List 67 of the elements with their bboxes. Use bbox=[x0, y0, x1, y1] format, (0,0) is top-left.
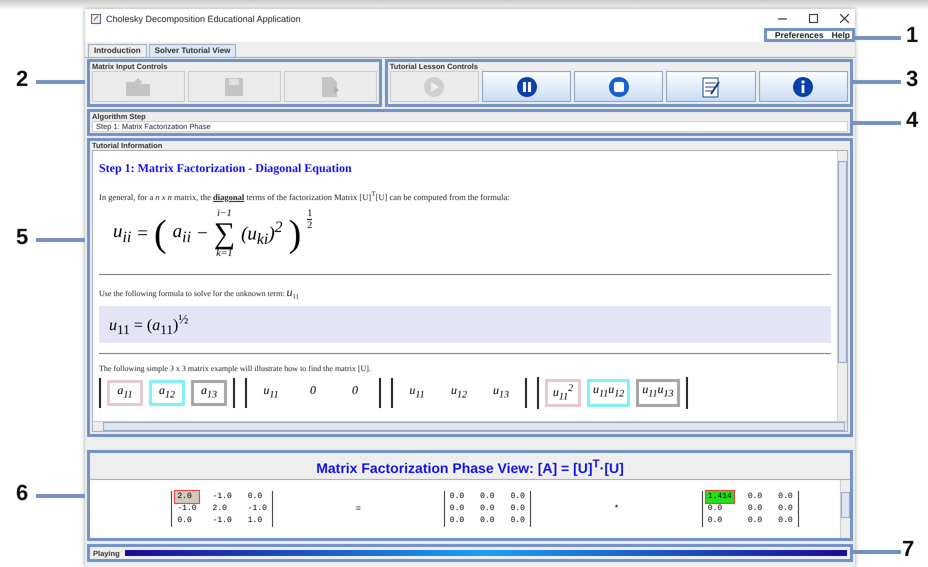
operator: = bbox=[356, 504, 362, 514]
stop-button[interactable] bbox=[574, 71, 664, 102]
tab[interactable]: Introduction bbox=[88, 44, 147, 57]
tutorial-heading: Step 1: Matrix Factorization - Diagonal Equation bbox=[99, 161, 353, 176]
callout-number: 6 bbox=[16, 480, 28, 506]
maximize-icon[interactable] bbox=[809, 14, 818, 23]
matrix-cell-text: 0.0 bbox=[479, 514, 496, 527]
notes-button[interactable] bbox=[666, 71, 756, 102]
paragraph: In general, for an x n matrix, the diagonal terms of the factorization Matrix [U]$^{T}$[U] can be computed from the formula: bbox=[99, 192, 510, 202]
matrix-cell-text: 0.0 bbox=[706, 514, 724, 527]
matrix-cell-text: 2.0 bbox=[212, 502, 228, 515]
matrix-cell-text: -1.0 bbox=[212, 514, 233, 527]
matrix-cell-text: 0.0 bbox=[479, 490, 496, 503]
callout-number: 5 bbox=[16, 224, 28, 250]
paragraph: Use the following formula to solve for the unknown term: u$_{11}$ bbox=[99, 288, 299, 298]
matrix-cell-text: 0.0 bbox=[746, 490, 764, 503]
matrix-cell-text: -1.0 bbox=[212, 490, 233, 503]
stop-icon bbox=[608, 76, 630, 98]
matrix-cell-text: 0.0 bbox=[510, 502, 526, 515]
matrix-cell-text: 0.0 bbox=[777, 490, 794, 503]
matrix-cell-text: 0.0 bbox=[746, 502, 764, 515]
folder-icon bbox=[125, 76, 152, 96]
matrix-cell-text: 0.0 bbox=[448, 514, 466, 527]
matrix: u$_{11}$ u$_{12}$ u$_{13}$ bbox=[391, 378, 527, 408]
paragraph: The following simple 3 x 3 matrix example will illustrate how to find the matrix [U]. bbox=[99, 364, 371, 373]
matrix-cell-text: -1.0 bbox=[176, 502, 198, 515]
matrix-cell-text: 0.0 bbox=[176, 514, 193, 527]
menu-item[interactable]: Help bbox=[832, 30, 850, 40]
phase-view-title: Matrix Factorization Phase View: [A] = [U]$^{T}$·[U] bbox=[316, 460, 624, 476]
matrix-cell-text: 0.0 bbox=[246, 490, 264, 503]
matrix: u$_{11}$ 0 0 bbox=[245, 378, 381, 408]
formula-box: u$_{11}$ = (a$_{11}$)$^{½}$ bbox=[99, 306, 831, 343]
operator: * bbox=[614, 504, 620, 514]
callout-number: 4 bbox=[906, 107, 918, 133]
horizontal-scrollbar[interactable] bbox=[93, 421, 847, 431]
matrix-cell-text: 0.0 bbox=[510, 490, 526, 503]
play-icon bbox=[423, 76, 446, 98]
matrix-cell: 1.414 bbox=[706, 490, 734, 503]
matrix-cell-text: 0.0 bbox=[777, 502, 794, 515]
matrix-cell-text: 0.0 bbox=[479, 502, 496, 515]
matrix-cell: 2.0 bbox=[175, 490, 199, 503]
callout-number: 2 bbox=[16, 66, 28, 92]
matrix-cell-text: 0.0 bbox=[777, 514, 794, 527]
matrix-cell-text: 0.0 bbox=[448, 502, 466, 515]
matrix-cell-text: 0.0 bbox=[706, 502, 724, 515]
vertical-scrollbar[interactable] bbox=[837, 151, 847, 421]
matrix-cell-text: -1.0 bbox=[246, 502, 268, 515]
menu-item[interactable]: Preferences bbox=[774, 30, 824, 40]
callout-number: 3 bbox=[906, 66, 918, 92]
callout-number: 1 bbox=[906, 22, 918, 48]
document-icon bbox=[320, 76, 340, 98]
matrix-cell-text: 0.0 bbox=[746, 514, 764, 527]
pause-button[interactable] bbox=[482, 71, 572, 102]
matrix-cell-text: 1.0 bbox=[246, 514, 264, 527]
tab[interactable]: Solver Tutorial View bbox=[148, 44, 236, 57]
matrix-cell-text: 0.0 bbox=[510, 514, 526, 527]
matrix: a$_{11}$ a$_{12}$ a$_{13}$ bbox=[99, 378, 235, 408]
info-icon bbox=[792, 76, 814, 98]
callout-number: 7 bbox=[902, 536, 914, 562]
window-title: Cholesky Decomposition Educational Application bbox=[106, 14, 301, 24]
pause-icon bbox=[516, 76, 538, 98]
info-button[interactable] bbox=[758, 71, 848, 102]
app-icon bbox=[91, 14, 101, 24]
close-icon[interactable] bbox=[840, 14, 849, 23]
matrix-cell-text: 0.0 bbox=[448, 490, 466, 503]
notepad-icon bbox=[701, 76, 722, 98]
vertical-scrollbar[interactable] bbox=[840, 480, 850, 538]
